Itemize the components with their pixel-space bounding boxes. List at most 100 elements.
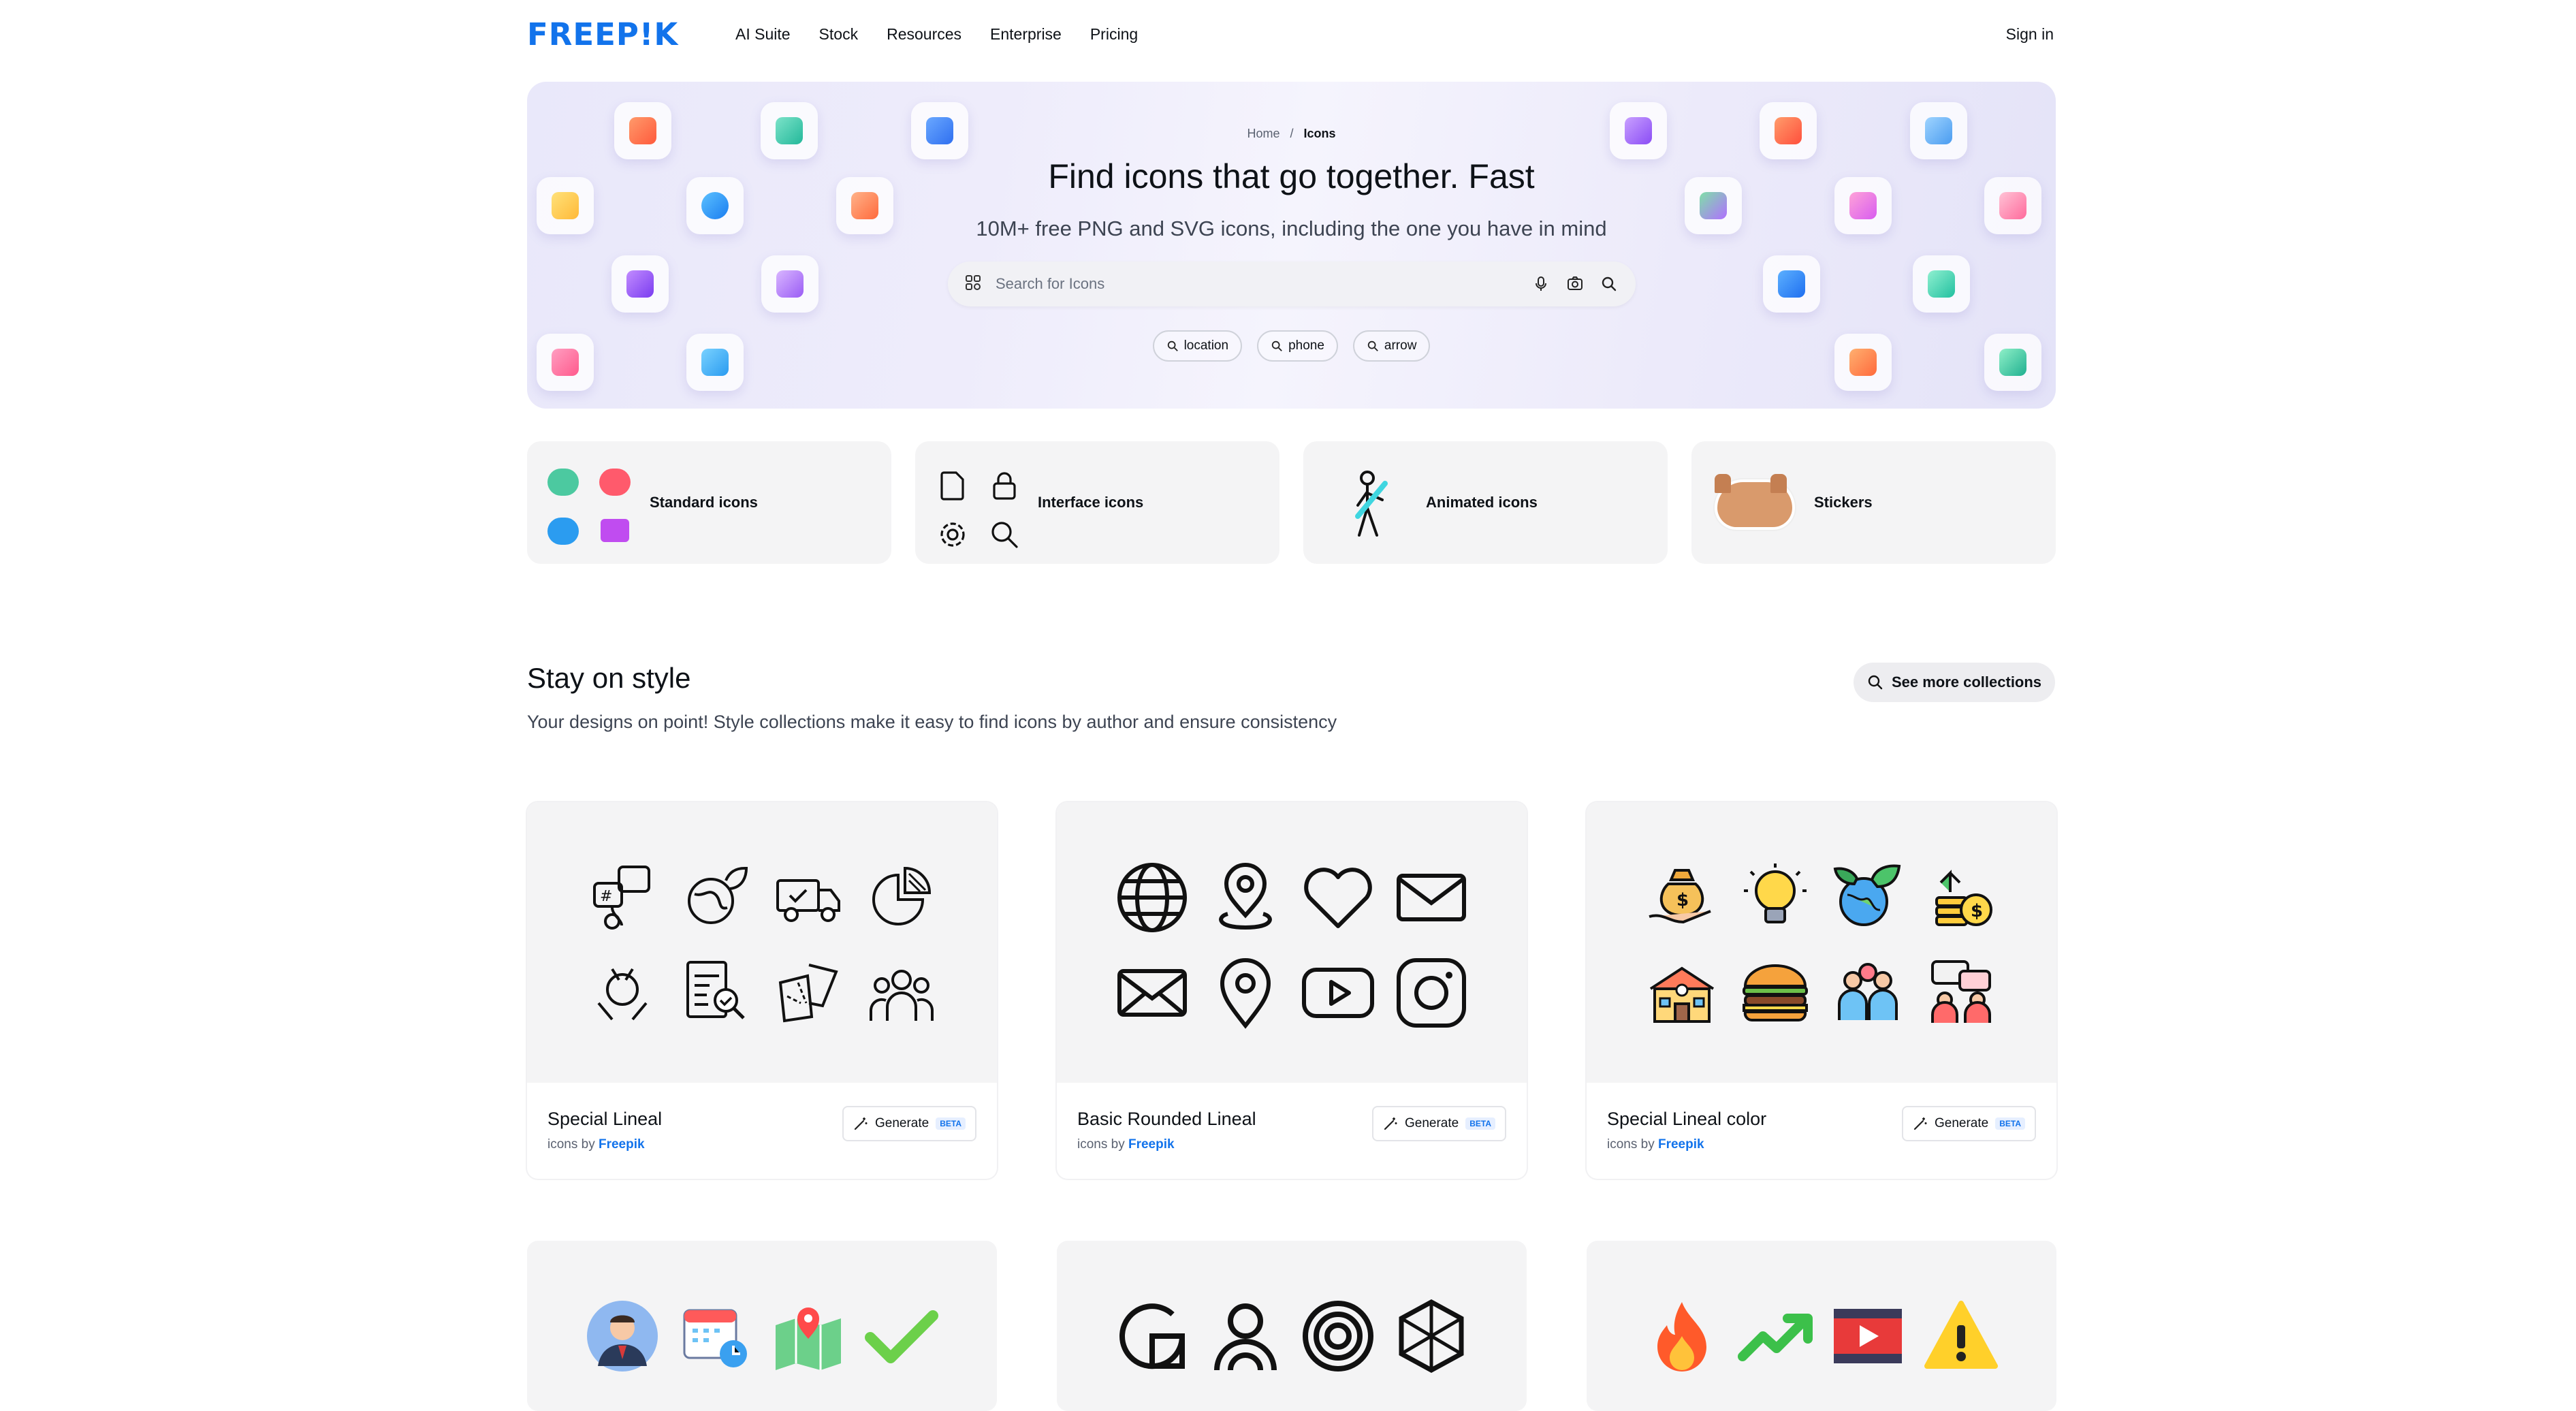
beta-badge: BETA xyxy=(1465,1117,1495,1130)
hero-banner: Home / Icons Find icons that go together… xyxy=(527,82,2056,409)
burger-icon xyxy=(1742,964,1808,1021)
sign-in-link[interactable]: Sign in xyxy=(2006,20,2054,48)
strategy-board-icon xyxy=(779,964,838,1023)
checkmark-icon xyxy=(864,1310,938,1363)
icon-grid: $ $ xyxy=(1636,850,2007,1041)
instagram-icon xyxy=(1396,958,1466,1028)
filter-icon[interactable] xyxy=(964,274,982,295)
chat-conversation-icon xyxy=(1930,960,1991,1023)
section-title: Stay on style xyxy=(527,662,691,694)
nav-resources[interactable]: Resources xyxy=(887,20,961,48)
fire-icon xyxy=(1657,1302,1707,1372)
breadcrumb-separator: / xyxy=(1290,127,1294,140)
collection-preview: $ $ xyxy=(1587,802,2056,1083)
breadcrumb: Home / Icons xyxy=(527,127,2056,141)
search-icon[interactable] xyxy=(1599,274,1619,294)
icon-grid xyxy=(1106,1295,1478,1377)
icon-grid: # xyxy=(576,850,948,1041)
chip-label: arrow xyxy=(1384,338,1417,353)
pie-chart-icon xyxy=(872,866,931,925)
chip-phone[interactable]: phone xyxy=(1257,330,1338,362)
category-animated-icons[interactable]: Animated icons xyxy=(1303,441,1668,564)
page-subtitle: 10M+ free PNG and SVG icons, including t… xyxy=(976,217,1607,240)
guitarist-icon xyxy=(1355,471,1388,537)
author-link[interactable]: Freepik xyxy=(1658,1137,1704,1152)
chip-location[interactable]: location xyxy=(1152,330,1243,362)
collection-card[interactable]: # Special Lineal icons by Freepik Genera… xyxy=(527,802,997,1179)
category-interface-icons[interactable]: Interface icons xyxy=(915,441,1279,564)
coins-growth-icon: $ xyxy=(1935,870,1992,926)
category-stickers[interactable]: Stickers xyxy=(1691,441,2056,564)
chip-arrow[interactable]: arrow xyxy=(1352,330,1431,362)
nav-pricing[interactable]: Pricing xyxy=(1090,20,1138,48)
icon-grid xyxy=(576,1295,948,1377)
camera-icon[interactable] xyxy=(1565,274,1585,294)
collection-card[interactable] xyxy=(527,1241,997,1411)
collection-card[interactable]: $ $ Special Lineal color icons by Freepi… xyxy=(1587,802,2056,1179)
chip-label: location xyxy=(1183,338,1229,353)
icon-grid xyxy=(1636,1295,2007,1377)
nav-stock[interactable]: Stock xyxy=(819,20,859,48)
laptop-wifi-icon xyxy=(601,519,629,542)
earth-leaves-icon xyxy=(1833,864,1901,926)
svg-text:$: $ xyxy=(1971,901,1983,921)
collection-card[interactable] xyxy=(1587,1241,2056,1411)
businessman-avatar-icon xyxy=(587,1301,658,1372)
collection-name[interactable]: Special Lineal color xyxy=(1607,1109,1766,1130)
nav-ai-suite[interactable]: AI Suite xyxy=(735,20,791,48)
mail-icon xyxy=(1117,969,1188,1017)
standard-icons-preview xyxy=(541,455,650,550)
icon-grid xyxy=(1106,850,1478,1041)
heart-icon xyxy=(1304,868,1373,928)
gear-icon xyxy=(940,522,965,547)
map-pin-icon xyxy=(1220,958,1271,1029)
beta-badge: BETA xyxy=(1995,1117,2025,1130)
cloud-icon xyxy=(599,469,631,496)
collection-card[interactable] xyxy=(1057,1241,1527,1411)
search-icon xyxy=(991,522,1018,548)
category-label: Standard icons xyxy=(650,494,758,511)
cloud-icon xyxy=(547,469,579,496)
page-title: Find icons that go together. Fast xyxy=(1048,157,1535,195)
generate-label: Generate xyxy=(874,1116,929,1130)
top-navigation: FREEP!K AI Suite Stock Resources Enterpr… xyxy=(0,0,2576,68)
collection-author: icons by Freepik xyxy=(1077,1137,1175,1152)
youtube-icon xyxy=(1302,968,1375,1018)
category-standard-icons[interactable]: Standard icons xyxy=(527,441,891,564)
microphone-icon[interactable] xyxy=(1531,274,1551,294)
breadcrumb-home[interactable]: Home xyxy=(1247,127,1279,140)
collection-name[interactable]: Special Lineal xyxy=(547,1109,662,1130)
breadcrumb-current: Icons xyxy=(1303,127,1336,140)
document-search-icon xyxy=(686,961,745,1019)
main-nav: AI Suite Stock Resources Enterprise Pric… xyxy=(735,20,1166,48)
author-link[interactable]: Freepik xyxy=(1128,1137,1175,1152)
svg-text:#: # xyxy=(600,888,612,905)
search-input[interactable] xyxy=(994,274,1517,294)
search-icon xyxy=(1868,675,1883,690)
nav-enterprise[interactable]: Enterprise xyxy=(990,20,1062,48)
search-bar xyxy=(948,261,1636,306)
generate-button[interactable]: Generate BETA xyxy=(842,1106,976,1141)
generate-button[interactable]: Generate BETA xyxy=(1371,1106,1506,1141)
social-media-icon: # xyxy=(593,866,651,930)
interface-icons-preview xyxy=(929,455,1038,550)
generate-label: Generate xyxy=(1934,1116,1989,1130)
generate-button[interactable]: Generate BETA xyxy=(1901,1106,2036,1141)
warning-icon xyxy=(1924,1301,1998,1369)
stickers-preview xyxy=(1705,455,1814,550)
decor-icon-tile xyxy=(1913,255,1970,313)
see-more-collections-button[interactable]: See more collections xyxy=(1854,663,2055,702)
polyhedron-icon xyxy=(1399,1299,1464,1373)
video-film-icon xyxy=(1834,1309,1903,1363)
collection-card[interactable]: Basic Rounded Lineal icons by Freepik Ge… xyxy=(1057,802,1527,1179)
decor-icon-tile xyxy=(761,255,818,313)
collection-preview xyxy=(1057,802,1527,1083)
author-link[interactable]: Freepik xyxy=(599,1137,645,1152)
animated-icons-preview xyxy=(1317,455,1426,550)
collection-name[interactable]: Basic Rounded Lineal xyxy=(1077,1109,1256,1130)
teamwork-hands-icon xyxy=(597,968,648,1021)
collection-preview: # xyxy=(527,802,997,1083)
map-location-icon xyxy=(776,1307,842,1370)
freepik-logo[interactable]: FREEP!K xyxy=(527,16,678,52)
search-icon xyxy=(1271,340,1282,351)
